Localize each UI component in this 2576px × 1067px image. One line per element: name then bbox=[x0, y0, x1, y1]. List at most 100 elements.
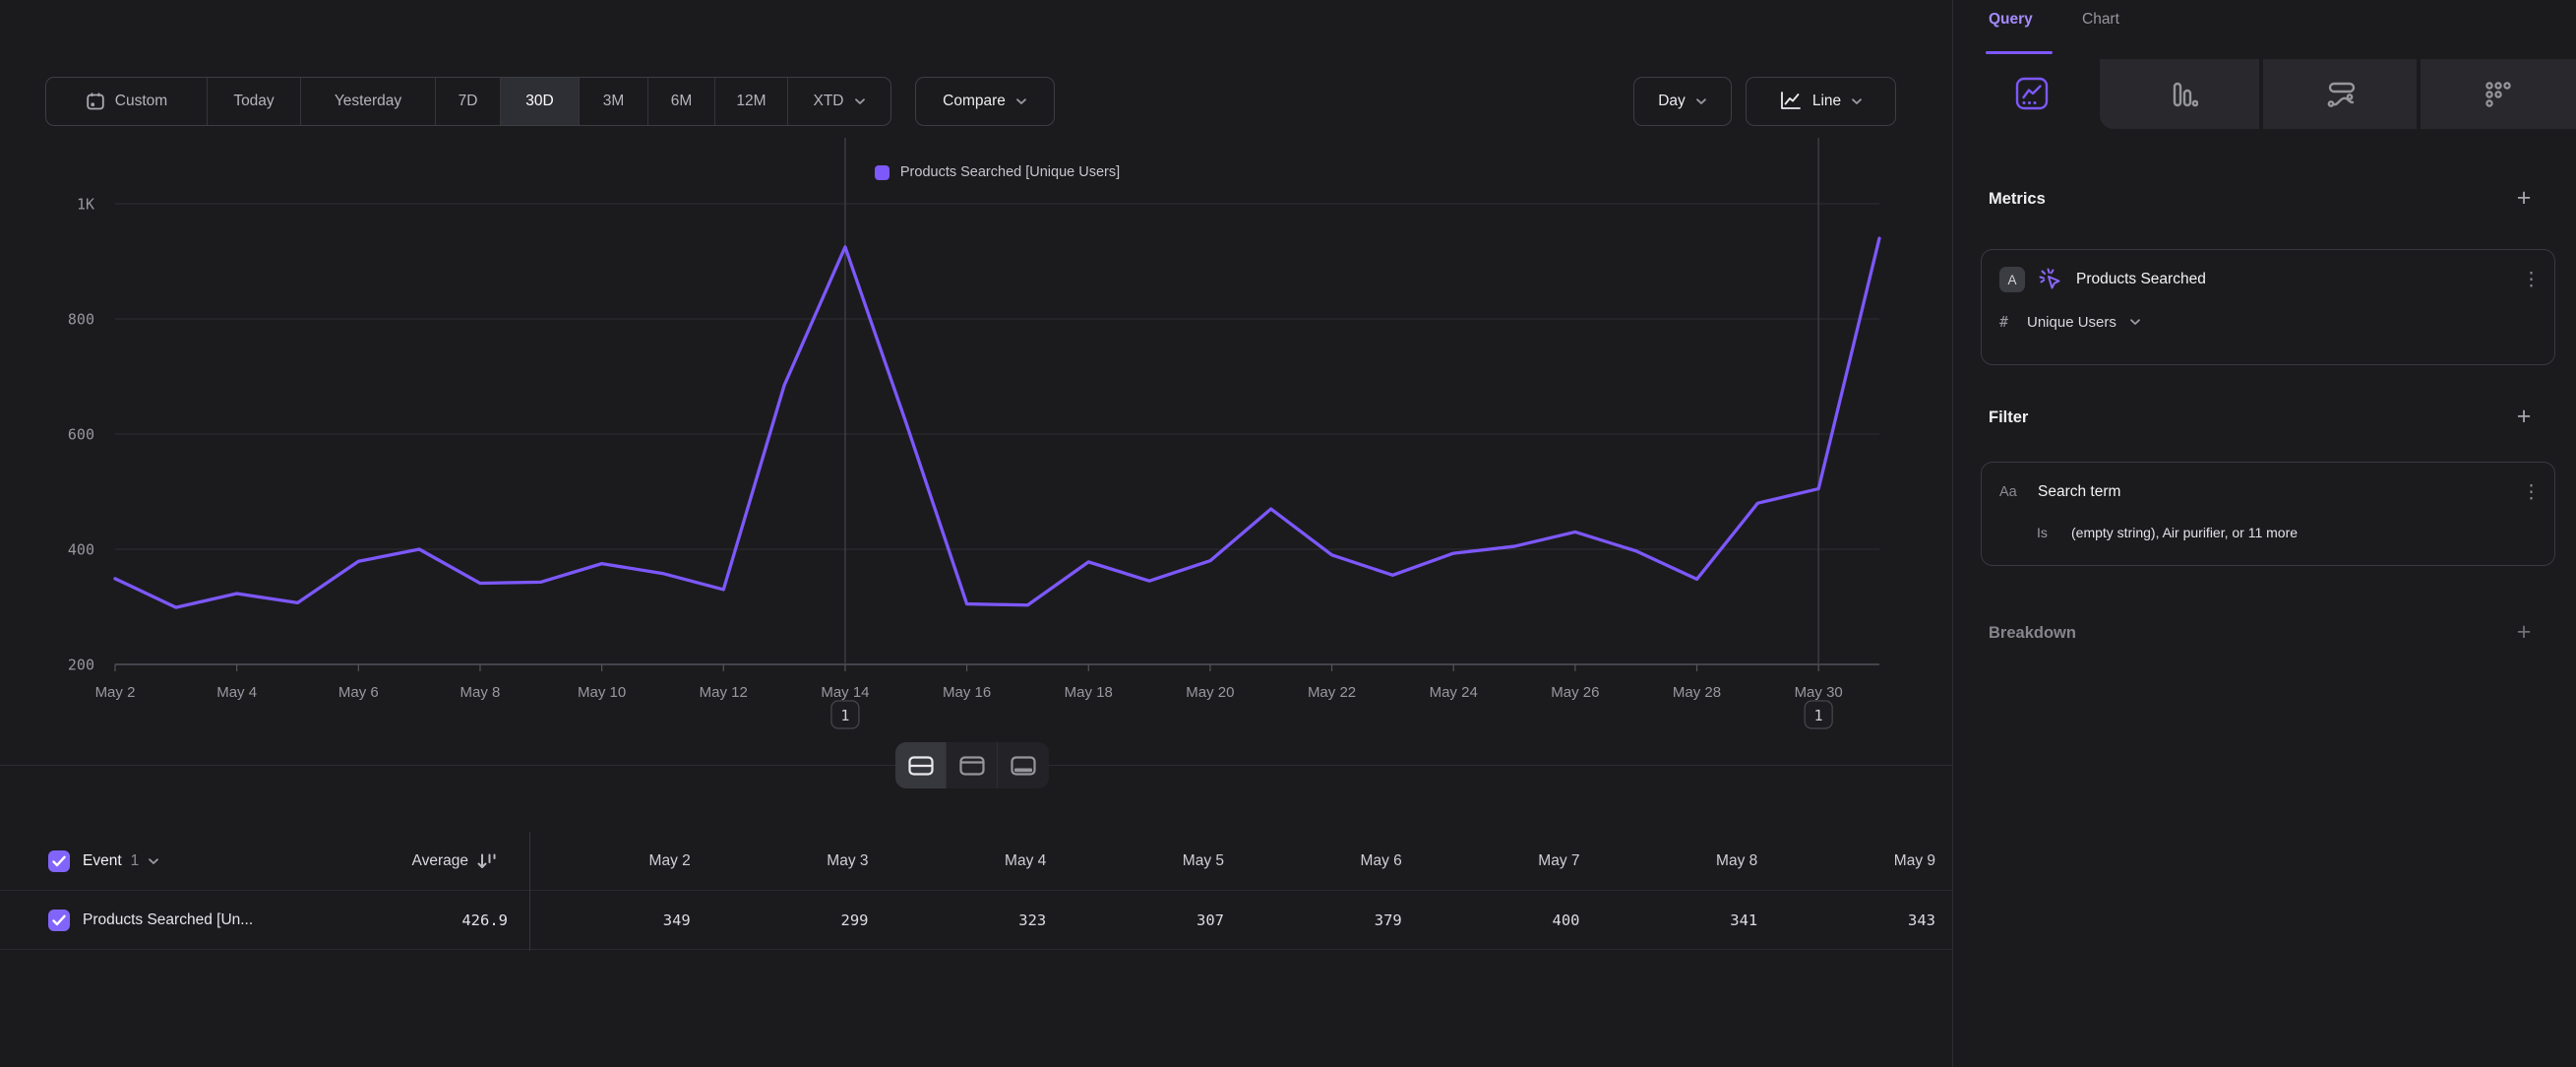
filter-card[interactable]: Aa Search term ⋮ Is (empty string), Air … bbox=[1981, 462, 2555, 566]
cell-value: 323 bbox=[886, 891, 1064, 950]
chevron-down-icon bbox=[1015, 97, 1027, 105]
date-range-custom[interactable]: Custom bbox=[46, 78, 208, 125]
row-checkbox[interactable] bbox=[48, 910, 70, 931]
active-tab-underline bbox=[1986, 51, 2053, 54]
y-axis-tick-label: 200 bbox=[68, 657, 94, 674]
funnels-report-tab[interactable] bbox=[2171, 81, 2198, 108]
x-axis-tick-label: May 20 bbox=[1186, 684, 1234, 701]
granularity-dropdown[interactable]: Day bbox=[1633, 77, 1732, 126]
date-range-12m[interactable]: 12M bbox=[715, 78, 788, 125]
x-axis-tick-label: May 30 bbox=[1795, 684, 1843, 701]
y-axis-tick-label: 400 bbox=[68, 541, 94, 559]
add-metric-button[interactable]: + bbox=[2509, 185, 2539, 211]
date-column-header: May 8 bbox=[1597, 832, 1775, 891]
event-column-header[interactable]: Event 1 bbox=[83, 832, 159, 891]
y-axis-tick-label: 1K bbox=[77, 196, 94, 214]
check-icon bbox=[52, 914, 66, 926]
string-property-icon: Aa bbox=[1999, 484, 2025, 500]
x-axis-tick-label: May 2 bbox=[95, 684, 136, 701]
bar-chart-icon bbox=[2171, 81, 2198, 108]
row-average-value: 426.9 bbox=[272, 891, 508, 950]
date-range-6m[interactable]: 6M bbox=[648, 78, 715, 125]
cell-value: 400 bbox=[1419, 891, 1597, 950]
cell-value: 343 bbox=[1774, 891, 1952, 950]
chart-style-dropdown[interactable]: Line bbox=[1746, 77, 1896, 126]
metric-name: Products Searched bbox=[2076, 271, 2509, 288]
annotation-badge-label: 1 bbox=[1814, 707, 1823, 724]
report-type-strip bbox=[2100, 59, 2576, 129]
flows-report-tab[interactable] bbox=[2327, 81, 2357, 108]
cell-value: 341 bbox=[1597, 891, 1775, 950]
chevron-down-icon bbox=[148, 857, 159, 865]
x-axis-tick-label: May 26 bbox=[1551, 684, 1599, 701]
date-range-30d[interactable]: 30D bbox=[501, 78, 580, 125]
date-range-xtd[interactable]: XTD bbox=[788, 78, 890, 125]
event-count: 1 bbox=[131, 832, 140, 891]
query-builder-panel: Query Chart bbox=[1952, 0, 2576, 1067]
insights-report-tab[interactable] bbox=[2015, 77, 2049, 110]
add-filter-button[interactable]: + bbox=[2509, 404, 2539, 429]
date-column-header: May 9 bbox=[1774, 832, 1952, 891]
x-axis-tick-label: May 24 bbox=[1430, 684, 1478, 701]
date-range-label: Custom bbox=[115, 93, 167, 110]
filter-property-name: Search term bbox=[2038, 483, 2509, 501]
row-event-name: Products Searched [Un... bbox=[83, 891, 253, 950]
dots-grid-icon bbox=[2484, 81, 2512, 108]
table-row[interactable]: Products Searched [Un... 426.9 349 299 3… bbox=[0, 891, 1952, 950]
check-icon bbox=[52, 855, 66, 867]
tab-chart[interactable]: Chart bbox=[2082, 11, 2119, 29]
date-column-header: May 4 bbox=[886, 832, 1064, 891]
date-range-7d[interactable]: 7D bbox=[436, 78, 501, 125]
date-column-header: May 6 bbox=[1241, 832, 1419, 891]
annotation-badge-label: 1 bbox=[840, 707, 849, 724]
breakdown-section-title: Breakdown bbox=[1989, 624, 2076, 643]
date-column-header: May 2 bbox=[529, 832, 707, 891]
date-range-selector: Custom Today Yesterday 7D 30D 3M 6M 12M … bbox=[45, 77, 891, 126]
sort-descending-icon[interactable] bbox=[476, 852, 498, 875]
chevron-down-icon bbox=[854, 97, 866, 105]
more-reports-tab[interactable] bbox=[2484, 81, 2512, 108]
date-column-headers: May 2 May 3 May 4 May 5 May 6 May 7 May … bbox=[529, 832, 1952, 891]
table-only-view-icon bbox=[1011, 756, 1036, 776]
date-range-yesterday[interactable]: Yesterday bbox=[301, 78, 436, 125]
row-date-values: 349 299 323 307 379 400 341 343 bbox=[529, 891, 1952, 950]
strip-separator bbox=[2259, 59, 2263, 129]
line-chart: 2004006008001KMay 2May 4May 6May 8May 10… bbox=[39, 128, 1953, 748]
split-view-button[interactable] bbox=[895, 742, 947, 788]
chevron-down-icon bbox=[1851, 97, 1863, 105]
compare-button[interactable]: Compare bbox=[915, 77, 1055, 126]
date-range-3m[interactable]: 3M bbox=[580, 78, 648, 125]
date-range-today[interactable]: Today bbox=[208, 78, 301, 125]
metric-card[interactable]: A Products Searched ⋮ # Unique Users bbox=[1981, 249, 2555, 365]
y-axis-tick-label: 800 bbox=[68, 311, 94, 329]
cell-value: 379 bbox=[1241, 891, 1419, 950]
add-breakdown-button[interactable]: + bbox=[2509, 619, 2539, 645]
main-content-area: Custom Today Yesterday 7D 30D 3M 6M 12M … bbox=[0, 0, 1952, 1067]
x-axis-tick-label: May 16 bbox=[943, 684, 991, 701]
metric-letter-badge: A bbox=[1999, 267, 2025, 292]
kebab-menu-icon[interactable]: ⋮ bbox=[2522, 269, 2541, 291]
x-axis-tick-label: May 14 bbox=[821, 684, 869, 701]
filter-value[interactable]: (empty string), Air purifier, or 11 more bbox=[2071, 525, 2298, 540]
x-axis-tick-label: May 8 bbox=[460, 684, 501, 701]
date-column-header: May 3 bbox=[707, 832, 886, 891]
filter-operator[interactable]: Is bbox=[2037, 525, 2058, 540]
metrics-section-title: Metrics bbox=[1989, 190, 2046, 209]
x-axis-tick-label: May 18 bbox=[1065, 684, 1113, 701]
chevron-down-icon bbox=[2129, 318, 2141, 326]
kebab-menu-icon[interactable]: ⋮ bbox=[2522, 481, 2541, 504]
filter-section-title: Filter bbox=[1989, 408, 2028, 427]
average-column-header[interactable]: Average bbox=[272, 832, 468, 891]
event-click-icon bbox=[2038, 267, 2063, 292]
x-axis-tick-label: May 10 bbox=[578, 684, 626, 701]
select-all-checkbox[interactable] bbox=[48, 850, 70, 872]
chart-only-view-button[interactable] bbox=[947, 742, 998, 788]
cell-value: 299 bbox=[707, 891, 886, 950]
split-view-icon bbox=[908, 756, 934, 776]
x-axis-tick-label: May 4 bbox=[216, 684, 257, 701]
aggregation-selector[interactable]: Unique Users bbox=[2027, 314, 2116, 331]
x-axis-tick-label: May 12 bbox=[700, 684, 748, 701]
tab-query[interactable]: Query bbox=[1989, 11, 2033, 29]
chevron-down-icon bbox=[1695, 97, 1707, 105]
table-only-view-button[interactable] bbox=[998, 742, 1049, 788]
